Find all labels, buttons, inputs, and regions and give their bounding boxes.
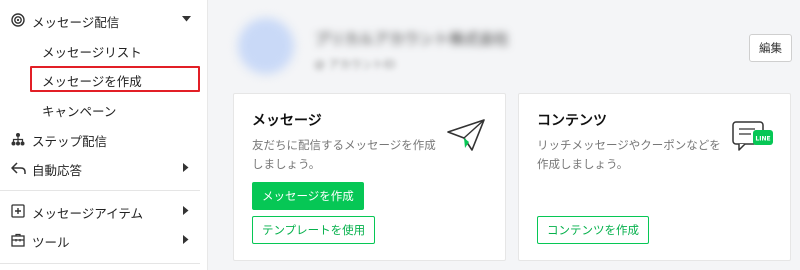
edit-button[interactable]: 編集 <box>749 34 792 62</box>
card-description-line: しましょう。 <box>252 157 321 171</box>
sidebar-item-label: メッセージアイテム <box>32 206 144 221</box>
sidebar-subitem-campaign[interactable]: キャンペーン <box>30 96 200 122</box>
add-box-icon <box>10 203 26 219</box>
line-chat-icon: LINE <box>731 118 775 158</box>
sidebar-subitem-message-list[interactable]: メッセージリスト <box>30 37 200 63</box>
sidebar-item-label: メッセージ配信 <box>32 15 120 30</box>
use-template-button[interactable]: テンプレートを使用 <box>252 216 376 244</box>
reply-icon <box>10 160 26 176</box>
create-content-button[interactable]: コンテンツを作成 <box>537 216 649 244</box>
sidebar-item-step-delivery[interactable]: ステップ配信 <box>0 125 208 153</box>
card-description: リッチメッセージやクーポンなどを 作成しましょう。 <box>537 136 733 174</box>
sidebar-subitem-label: キャンペーン <box>42 104 117 119</box>
sidebar-item-tools[interactable]: ツール <box>0 226 208 254</box>
card-title: コンテンツ <box>537 113 607 129</box>
account-header: プリカルアカウント株式会社 @ アカウントID <box>238 18 588 78</box>
create-message-button[interactable]: メッセージを作成 <box>252 182 364 210</box>
message-card: メッセージ 友だちに配信するメッセージを作成 しましょう。 メッセージを作成 テ… <box>233 93 506 261</box>
sidebar-item-auto-response[interactable]: 自動応答 <box>0 154 208 182</box>
card-title: メッセージ <box>252 113 322 129</box>
card-description-line: 友だちに配信するメッセージを作成 <box>252 138 436 152</box>
account-name: プリカルアカウント株式会社 <box>314 30 510 48</box>
hierarchy-icon <box>10 131 26 147</box>
caret-right-icon[interactable] <box>180 204 192 216</box>
content-card: コンテンツ リッチメッセージやクーポンなどを 作成しましょう。 LINE コンテ… <box>518 93 791 261</box>
card-description-line: 作成しましょう。 <box>537 157 629 171</box>
card-description-line: リッチメッセージやクーポンなどを <box>537 138 721 152</box>
sidebar-subitem-create-message[interactable]: メッセージを作成 <box>30 66 200 92</box>
sidebar-item-label: ツール <box>32 235 70 250</box>
avatar <box>238 18 294 74</box>
broadcast-icon <box>10 12 26 28</box>
line-badge-text: LINE <box>755 136 770 143</box>
sidebar-subitem-label: メッセージを作成 <box>42 74 142 89</box>
sidebar: メッセージ配信 メッセージリスト メッセージを作成 キャンペーン ステップ配信 … <box>0 0 208 270</box>
main-content: プリカルアカウント株式会社 @ アカウントID 編集 メッセージ 友だちに配信す… <box>208 0 800 270</box>
account-id: @ アカウントID <box>314 58 396 71</box>
sidebar-item-label: 自動応答 <box>32 163 83 178</box>
sidebar-item-message-delivery[interactable]: メッセージ配信 <box>0 6 208 34</box>
toolbox-icon <box>10 232 26 248</box>
caret-right-icon[interactable] <box>180 161 192 173</box>
card-description: 友だちに配信するメッセージを作成 しましょう。 <box>252 136 448 174</box>
sidebar-divider <box>0 190 200 191</box>
sidebar-item-message-items[interactable]: メッセージアイテム <box>0 197 208 225</box>
paper-plane-icon <box>446 118 486 156</box>
caret-down-icon[interactable] <box>180 13 192 25</box>
caret-right-icon[interactable] <box>180 233 192 245</box>
sidebar-item-label: ステップ配信 <box>32 134 108 149</box>
sidebar-divider <box>0 263 200 264</box>
sidebar-subitem-label: メッセージリスト <box>42 45 142 60</box>
